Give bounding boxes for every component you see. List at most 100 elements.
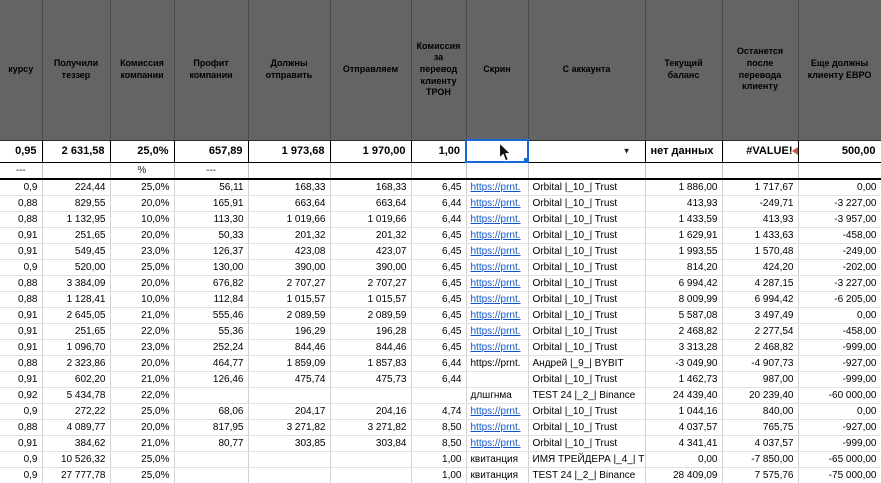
cell-after_transfer[interactable]: -4 907,73	[722, 355, 799, 372]
cell-company_profit[interactable]: 130,00	[174, 259, 249, 276]
cell-current_balance[interactable]: 8 009,99	[645, 291, 723, 308]
screenshot-link[interactable]: https://prnt.	[471, 310, 521, 321]
cell-must_send[interactable]: 1 859,09	[248, 355, 331, 372]
cell-after_transfer[interactable]: -7 850,00	[722, 451, 799, 468]
cell-after_transfer[interactable]: 2 468,82	[722, 339, 799, 356]
cell-account[interactable]: Orbital |_10_| Trust	[528, 435, 646, 452]
cell-company_profit[interactable]: 252,24	[174, 339, 249, 356]
cell-after_transfer[interactable]: 413,93	[722, 211, 799, 228]
cell-must_send[interactable]: 423,08	[248, 243, 331, 260]
cell-account[interactable]: Orbital |_10_| Trust	[528, 371, 646, 388]
cell-screen[interactable]: https://prnt.	[466, 291, 529, 308]
summary-cell-company_commission[interactable]: 25,0%	[110, 140, 175, 163]
cell-company_commission[interactable]: 20,0%	[110, 355, 175, 372]
cell-rate[interactable]: 0,88	[0, 419, 43, 436]
cell-account[interactable]: TEST 24 |_2_| Binance	[528, 467, 646, 483]
cell-received_tether[interactable]: 549,45	[42, 243, 111, 260]
cell-owed_eur[interactable]: -999,00	[798, 435, 881, 452]
cell-tron_fee[interactable]: 1,00	[411, 467, 467, 483]
cell-company_commission[interactable]: 21,0%	[110, 307, 175, 324]
cell-screen[interactable]: https://prnt.	[466, 403, 529, 420]
cell-tron_fee[interactable]: 6,44	[411, 211, 467, 228]
cell-rate[interactable]: 0,91	[0, 243, 43, 260]
cell-company_profit[interactable]: 676,82	[174, 275, 249, 292]
screenshot-link[interactable]: https://prnt.	[471, 342, 521, 353]
cell-company_profit[interactable]: 113,30	[174, 211, 249, 228]
cell-screen[interactable]: https://prnt.	[466, 195, 529, 212]
cell-tron_fee[interactable]: 6,44	[411, 195, 467, 212]
cell-account[interactable]: Orbital |_10_| Trust	[528, 275, 646, 292]
cell-after_transfer[interactable]: 6 994,42	[722, 291, 799, 308]
cell-company_profit[interactable]: 126,37	[174, 243, 249, 260]
cell-company_commission[interactable]: 23,0%	[110, 243, 175, 260]
cell-company_commission[interactable]: 20,0%	[110, 195, 175, 212]
column-header-tron_fee[interactable]: Комиссия за перевод клиенту ТРОН	[411, 0, 467, 141]
cell-current_balance[interactable]: 1 462,73	[645, 371, 723, 388]
cell-current_balance[interactable]: 1 629,91	[645, 227, 723, 244]
cell-tron_fee[interactable]: 6,45	[411, 259, 467, 276]
cell-tron_fee[interactable]: 8,50	[411, 435, 467, 452]
cell-company_profit[interactable]: 112,84	[174, 291, 249, 308]
units-cell-sending[interactable]	[330, 162, 412, 180]
cell-received_tether[interactable]: 10 526,32	[42, 451, 111, 468]
units-cell-received_tether[interactable]	[42, 162, 111, 180]
cell-screen[interactable]	[466, 371, 529, 388]
cell-owed_eur[interactable]: 0,00	[798, 179, 881, 196]
cell-after_transfer[interactable]: 4 287,15	[722, 275, 799, 292]
cell-rate[interactable]: 0,9	[0, 179, 43, 196]
cell-account[interactable]: ИМЯ ТРЕЙДЕРА |_4_| Т	[528, 451, 646, 468]
cell-rate[interactable]: 0,88	[0, 355, 43, 372]
cell-current_balance[interactable]: 28 409,09	[645, 467, 723, 483]
cell-owed_eur[interactable]: -75 000,00	[798, 467, 881, 483]
cell-received_tether[interactable]: 3 384,09	[42, 275, 111, 292]
cell-tron_fee[interactable]	[411, 387, 467, 404]
cell-screen[interactable]: https://prnt.	[466, 243, 529, 260]
cell-current_balance[interactable]: 4 037,57	[645, 419, 723, 436]
cell-company_profit[interactable]: 55,36	[174, 323, 249, 340]
column-header-company_commission[interactable]: Комиссия компании	[110, 0, 175, 141]
column-header-company_profit[interactable]: Профит компании	[174, 0, 249, 141]
cell-tron_fee[interactable]: 4,74	[411, 403, 467, 420]
cell-account[interactable]: Orbital |_10_| Trust	[528, 323, 646, 340]
cell-received_tether[interactable]: 4 089,77	[42, 419, 111, 436]
cell-rate[interactable]: 0,91	[0, 227, 43, 244]
cell-rate[interactable]: 0,91	[0, 435, 43, 452]
cell-current_balance[interactable]: -3 049,90	[645, 355, 723, 372]
screenshot-link[interactable]: https://prnt.	[471, 246, 521, 257]
cell-current_balance[interactable]: 3 313,28	[645, 339, 723, 356]
summary-cell-received_tether[interactable]: 2 631,58	[42, 140, 111, 163]
cell-received_tether[interactable]: 829,55	[42, 195, 111, 212]
cell-owed_eur[interactable]: -927,00	[798, 355, 881, 372]
units-cell-owed_eur[interactable]	[798, 162, 881, 180]
cell-company_commission[interactable]: 10,0%	[110, 291, 175, 308]
cell-after_transfer[interactable]: 987,00	[722, 371, 799, 388]
cell-after_transfer[interactable]: -249,71	[722, 195, 799, 212]
cell-sending[interactable]: 303,84	[330, 435, 412, 452]
cell-company_commission[interactable]: 21,0%	[110, 435, 175, 452]
cell-must_send[interactable]: 390,00	[248, 259, 331, 276]
column-header-must_send[interactable]: Должны отправить	[248, 0, 331, 141]
cell-received_tether[interactable]: 384,62	[42, 435, 111, 452]
cell-after_transfer[interactable]: 1 570,48	[722, 243, 799, 260]
cell-company_profit[interactable]: 555,46	[174, 307, 249, 324]
column-header-after_transfer[interactable]: Останется после перевода клиенту	[722, 0, 799, 141]
cell-company_profit[interactable]: 68,06	[174, 403, 249, 420]
cell-sending[interactable]: 2 707,27	[330, 275, 412, 292]
summary-cell-must_send[interactable]: 1 973,68	[248, 140, 331, 163]
cell-account[interactable]: Orbital |_10_| Trust	[528, 419, 646, 436]
cell-company_commission[interactable]: 20,0%	[110, 419, 175, 436]
cell-must_send[interactable]: 201,32	[248, 227, 331, 244]
screenshot-link[interactable]: https://prnt.	[471, 326, 521, 337]
cell-owed_eur[interactable]: -458,00	[798, 227, 881, 244]
cell-current_balance[interactable]: 6 994,42	[645, 275, 723, 292]
cell-received_tether[interactable]: 251,65	[42, 227, 111, 244]
cell-received_tether[interactable]: 2 323,86	[42, 355, 111, 372]
cell-sending[interactable]: 390,00	[330, 259, 412, 276]
cell-current_balance[interactable]: 1 886,00	[645, 179, 723, 196]
cell-company_profit[interactable]	[174, 387, 249, 404]
cell-received_tether[interactable]: 520,00	[42, 259, 111, 276]
cell-rate[interactable]: 0,9	[0, 403, 43, 420]
units-cell-account[interactable]	[528, 162, 646, 180]
cell-after_transfer[interactable]: 20 239,40	[722, 387, 799, 404]
cell-company_commission[interactable]: 20,0%	[110, 227, 175, 244]
